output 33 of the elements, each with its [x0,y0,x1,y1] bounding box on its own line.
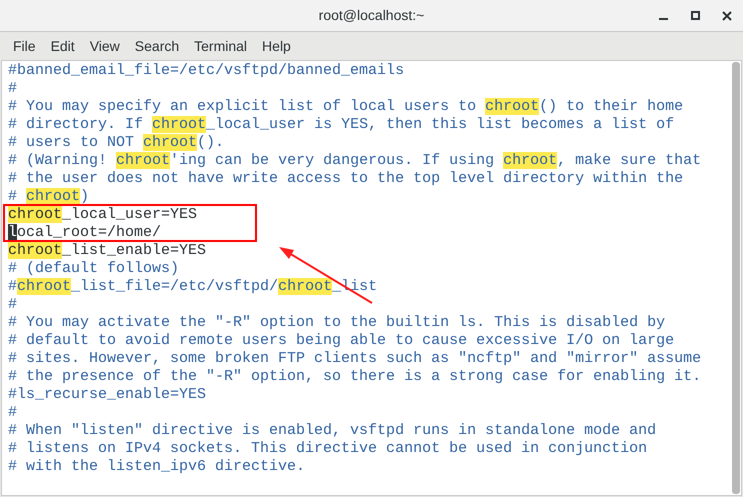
menu-item[interactable]: Help [255,36,298,56]
menu-item[interactable]: Search [128,36,186,56]
window-title: root@localhost:~ [318,6,424,25]
maximize-icon [690,11,700,20]
terminal-line: # (Warning! chroot'ing can be very dangerous. If using chroot, make sure that [8,152,702,170]
close-icon [722,10,732,20]
terminal-line: local_root=/home/ [8,224,162,242]
menu-item[interactable]: Terminal [187,36,254,56]
terminal-line: # chroot) [8,188,90,206]
terminal-line: # the presence of the "-R" option, so there is a strong case for enabling it. [8,368,702,386]
terminal-line: # listens on IPv4 sockets. This directive cannot be used in conjunction [8,440,648,458]
terminal-line: # [8,296,18,314]
scrollbar[interactable] [732,62,740,494]
terminal-line: #ls_recurse_enable=YES [8,386,206,404]
terminal-line: # users to NOT chroot(). [8,134,224,152]
terminal-line: #banned_email_file=/etc/vsftpd/banned_emails [8,62,404,80]
terminal-line: # [8,404,18,422]
terminal-line: # You may specify an explicit list of local users to chroot() to their home [8,98,684,116]
menu-item[interactable]: Edit [44,36,82,56]
terminal-line: # directory. If chroot_local_user is YES, then this list becomes a list of [8,116,674,134]
menu-item[interactable]: View [82,36,127,56]
minimize-icon [658,18,668,20]
terminal-line: # When "listen" directive is enabled, vsftpd runs in standalone mode and [8,422,656,440]
terminal-line: # (default follows) [8,260,180,278]
terminal-line: # with the listen_ipv6 directive. [8,458,306,476]
terminal-line: # You may activate the "-R" option to the builtin ls. This is disabled by [8,314,666,332]
terminal-line: # sites. However, some broken FTP clients such as "ncftp" and "mirror" assume [8,350,702,368]
terminal-line: chroot_list_enable=YES [8,242,206,260]
terminal-line: # default to avoid remote users being able to cause excessive I/O on large [8,332,674,350]
terminal-line: # the user does not have write access to the top level directory within the [8,170,684,188]
menu-item[interactable]: File [6,36,43,56]
terminal-line: # [8,80,18,98]
terminal-line: chroot_local_user=YES [8,206,198,224]
